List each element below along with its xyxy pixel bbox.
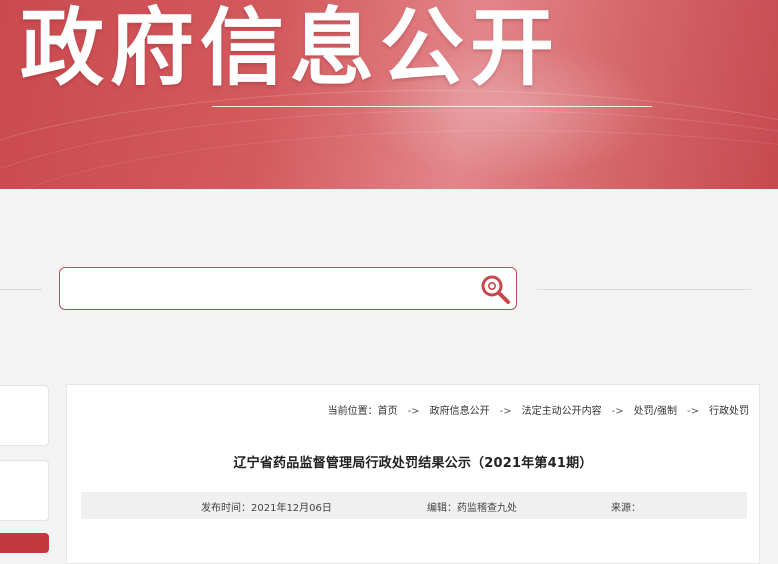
search-divider-right <box>537 289 751 290</box>
breadcrumb: 当前位置：首页 -> 政府信息公开 -> 法定主动公开内容 -> 处罚/强制 -> 行政处罚 <box>328 402 749 417</box>
breadcrumb-separator: -> <box>687 406 699 417</box>
header-banner: 政府信息公开 <box>0 0 778 189</box>
breadcrumb-prefix: 当前位置： <box>327 406 378 417</box>
breadcrumb-separator: -> <box>499 406 512 417</box>
breadcrumb-item-home[interactable]: 首页 <box>378 402 398 417</box>
editor-label: 编辑： <box>427 503 457 514</box>
search-divider-left <box>0 289 42 290</box>
search-input[interactable] <box>70 274 474 304</box>
breadcrumb-item-gov-info[interactable]: 政府信息公开 <box>430 402 490 417</box>
breadcrumb-separator: -> <box>611 406 624 417</box>
side-nav-card-active[interactable] <box>0 533 49 553</box>
source-label: 来源： <box>611 503 641 514</box>
search-button[interactable] <box>478 272 512 306</box>
editor: 编辑：药监稽查九处 <box>427 499 517 514</box>
publish-date: 2021年12月06日 <box>251 503 332 514</box>
article-title: 辽宁省药品监督管理局行政处罚结果公示（2021年第41期） <box>233 456 593 471</box>
publish-time: 发布时间：2021年12月06日 <box>201 499 332 514</box>
breadcrumb-separator: -> <box>407 406 420 417</box>
breadcrumb-item-penalty[interactable]: 处罚/强制 <box>634 402 677 417</box>
article-meta: 发布时间：2021年12月06日 编辑：药监稽查九处 来源： <box>81 492 747 519</box>
editor-value: 药监稽查九处 <box>457 503 517 514</box>
search-icon <box>481 275 510 304</box>
search-box <box>59 267 517 310</box>
side-nav-card[interactable] <box>0 460 49 521</box>
banner-title: 政府信息公开 <box>20 0 561 97</box>
breadcrumb-item-statutory[interactable]: 法定主动公开内容 <box>522 402 602 417</box>
content-panel: 当前位置：首页 -> 政府信息公开 -> 法定主动公开内容 -> 处罚/强制 -> 行政处罚 辽… <box>66 384 760 564</box>
source: 来源： <box>611 499 641 514</box>
breadcrumb-item-admin-penalty[interactable]: 行政处罚 <box>709 402 749 417</box>
banner-underline <box>212 106 652 107</box>
publish-label: 发布时间： <box>201 503 251 514</box>
side-nav-card[interactable] <box>0 385 49 446</box>
